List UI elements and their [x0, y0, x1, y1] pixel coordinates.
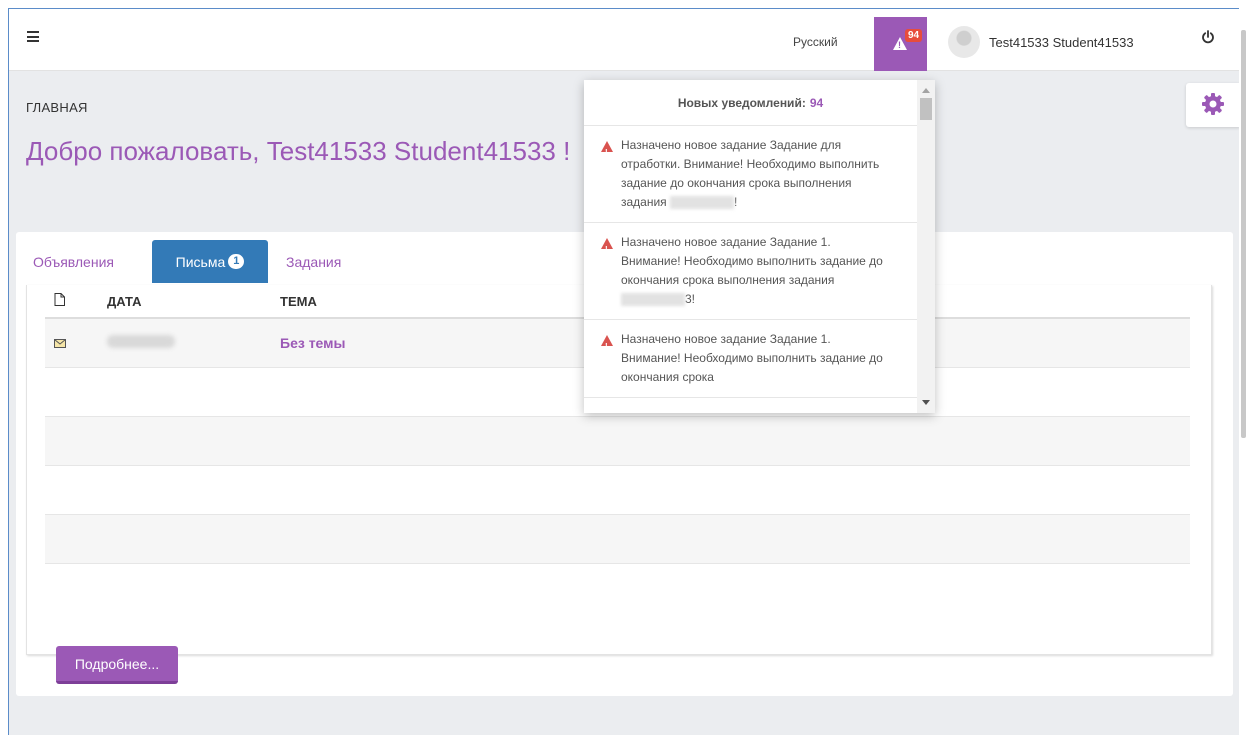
table-row: [45, 465, 1190, 515]
redacted-date: [107, 334, 175, 348]
letter-subject-link[interactable]: Без темы: [280, 335, 345, 351]
scroll-up-icon[interactable]: [922, 88, 930, 93]
scrollbar-thumb[interactable]: [920, 98, 932, 120]
table-row: [45, 416, 1190, 466]
notifications-button[interactable]: 94: [874, 17, 927, 71]
tab-letters[interactable]: Письма 1: [152, 240, 268, 283]
breadcrumb: ГЛАВНАЯ: [26, 100, 88, 115]
file-icon: [54, 293, 65, 306]
top-navbar: Русский 94 Test41533 Student41533: [9, 9, 1239, 71]
tab-letters-label: Письма: [175, 253, 226, 270]
page-scrollbar-thumb[interactable]: [1241, 30, 1246, 438]
table-row: [45, 514, 1190, 564]
settings-button[interactable]: [1186, 83, 1239, 127]
column-header-type: [45, 285, 107, 319]
notification-item[interactable]: Назначено новое задание Задание 1. Внима…: [584, 320, 917, 398]
notifications-header-label: Новых уведомлений:: [677, 95, 806, 110]
avatar[interactable]: [948, 26, 980, 58]
notification-suffix: !: [734, 195, 738, 209]
notification-text: Назначено новое задание Задание для отра…: [621, 138, 880, 209]
page-scrollbar[interactable]: [1239, 8, 1248, 735]
letters-count-badge: 1: [228, 254, 245, 269]
warning-icon: [601, 238, 613, 259]
language-selector[interactable]: Русский: [793, 35, 838, 49]
notification-item[interactable]: Назначено новое задание Задание 1. Внима…: [584, 223, 917, 320]
notification-text: Назначено новое задание Задание 1. Внима…: [621, 235, 883, 287]
warning-icon: [601, 335, 613, 356]
tab-tasks[interactable]: Задания: [286, 240, 341, 283]
notifications-header-count: 94: [809, 95, 824, 110]
warning-icon: [601, 141, 613, 162]
user-menu[interactable]: Test41533 Student41533: [989, 35, 1134, 50]
gear-icon: [1202, 93, 1224, 115]
app-frame: Русский 94 Test41533 Student41533 ГЛАВНА…: [8, 8, 1239, 735]
page-title: Добро пожаловать, Test41533 Student41533…: [26, 136, 571, 166]
notification-suffix: 3!: [685, 292, 696, 306]
scroll-down-icon[interactable]: [922, 400, 930, 405]
notification-text: Назначено новое задание Задание 1. Внима…: [621, 332, 883, 384]
tab-announcements[interactable]: Объявления: [33, 240, 114, 283]
notification-item[interactable]: Назначено новое задание Задание для отра…: [584, 126, 917, 223]
notification-count-badge: 94: [905, 29, 923, 42]
column-header-date[interactable]: ДАТА: [107, 285, 280, 319]
notifications-header: Новых уведомлений: 94: [584, 80, 935, 126]
more-button[interactable]: Подробнее...: [56, 646, 178, 684]
power-icon[interactable]: [1201, 30, 1215, 44]
dropdown-scrollbar[interactable]: [917, 80, 935, 413]
notifications-dropdown: Новых уведомлений: 94 Назначено новое за…: [584, 80, 935, 413]
envelope-icon: [54, 338, 66, 348]
redacted-date: [621, 293, 685, 307]
hamburger-icon[interactable]: [27, 31, 39, 42]
redacted-date: [670, 196, 735, 210]
